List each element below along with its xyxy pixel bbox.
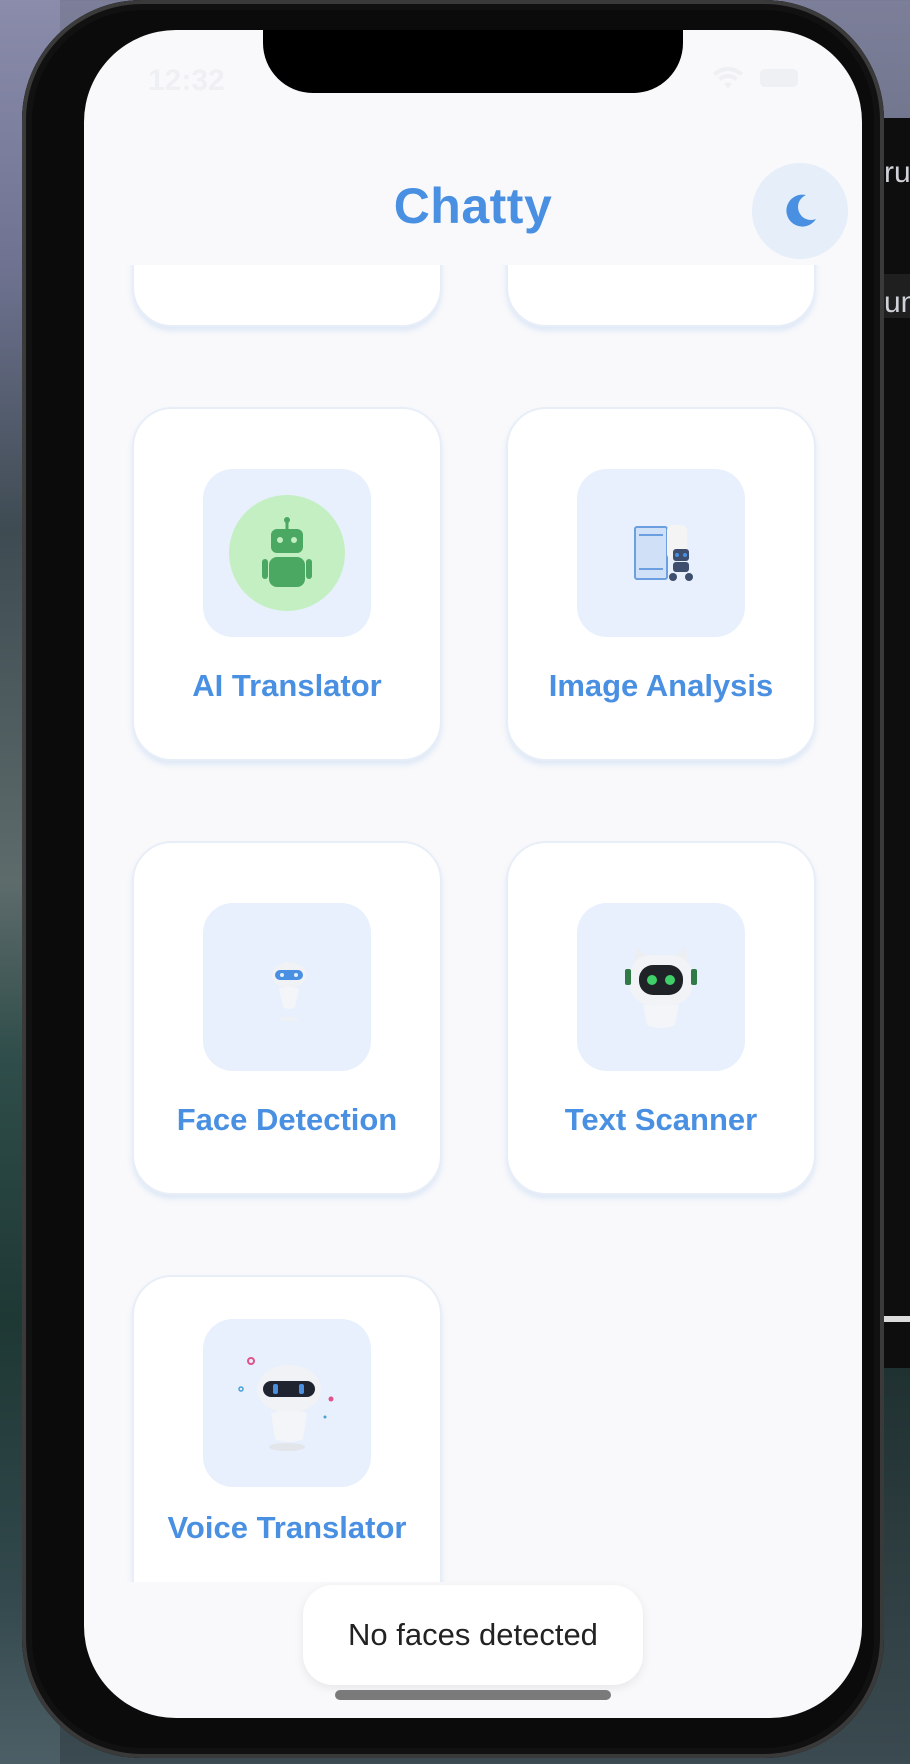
status-time: 12:32	[148, 64, 225, 97]
feature-label: Text Scanner	[564, 1102, 758, 1137]
feature-tile	[203, 903, 371, 1071]
background-app-window: ru um	[880, 118, 910, 1368]
robot-with-document-icon	[634, 525, 693, 581]
toast-message: No faces detected	[303, 1585, 643, 1685]
feature-tile	[577, 903, 745, 1071]
feature-tile	[203, 1319, 371, 1487]
feature-card-image-analysis[interactable]: Image Analysis	[506, 407, 816, 761]
notch	[263, 30, 683, 93]
app-screen: 12:32 AI Translator Image Analysis Face …	[84, 30, 862, 1718]
background-window-text-2: um	[884, 286, 910, 319]
moon-icon	[786, 194, 816, 227]
cat-robot-icon	[625, 947, 697, 1028]
feature-tile	[203, 469, 371, 637]
voice-robot-icon	[238, 1357, 334, 1451]
feature-card-voice-translator[interactable]: Voice Translator	[132, 1275, 442, 1582]
phone-frame: 12:32 AI Translator Image Analysis Face …	[22, 0, 884, 1758]
home-indicator[interactable]	[335, 1690, 611, 1700]
app-bar: Chatty	[84, 125, 862, 265]
feature-label: Voice Translator	[167, 1510, 407, 1545]
small-robot-icon	[272, 962, 306, 1022]
status-icons	[712, 66, 822, 90]
app-title: Chatty	[393, 178, 553, 234]
background-window-text-1: ru	[884, 156, 910, 189]
battery-icon	[760, 69, 798, 87]
background-window-divider	[880, 1316, 910, 1322]
wifi-icon	[713, 66, 743, 88]
feature-label: Face Detection	[176, 1102, 398, 1137]
feature-label: AI Translator	[192, 668, 382, 703]
theme-toggle-button[interactable]	[752, 163, 848, 259]
feature-card-face-detection[interactable]: Face Detection	[132, 841, 442, 1195]
feature-grid[interactable]: AI Translator Image Analysis Face Detect…	[84, 235, 862, 1582]
green-robot-icon	[229, 495, 345, 611]
feature-label: Image Analysis	[548, 668, 774, 703]
feature-card-ai-translator[interactable]: AI Translator	[132, 407, 442, 761]
feature-card-text-scanner[interactable]: Text Scanner	[506, 841, 816, 1195]
feature-tile	[577, 469, 745, 637]
